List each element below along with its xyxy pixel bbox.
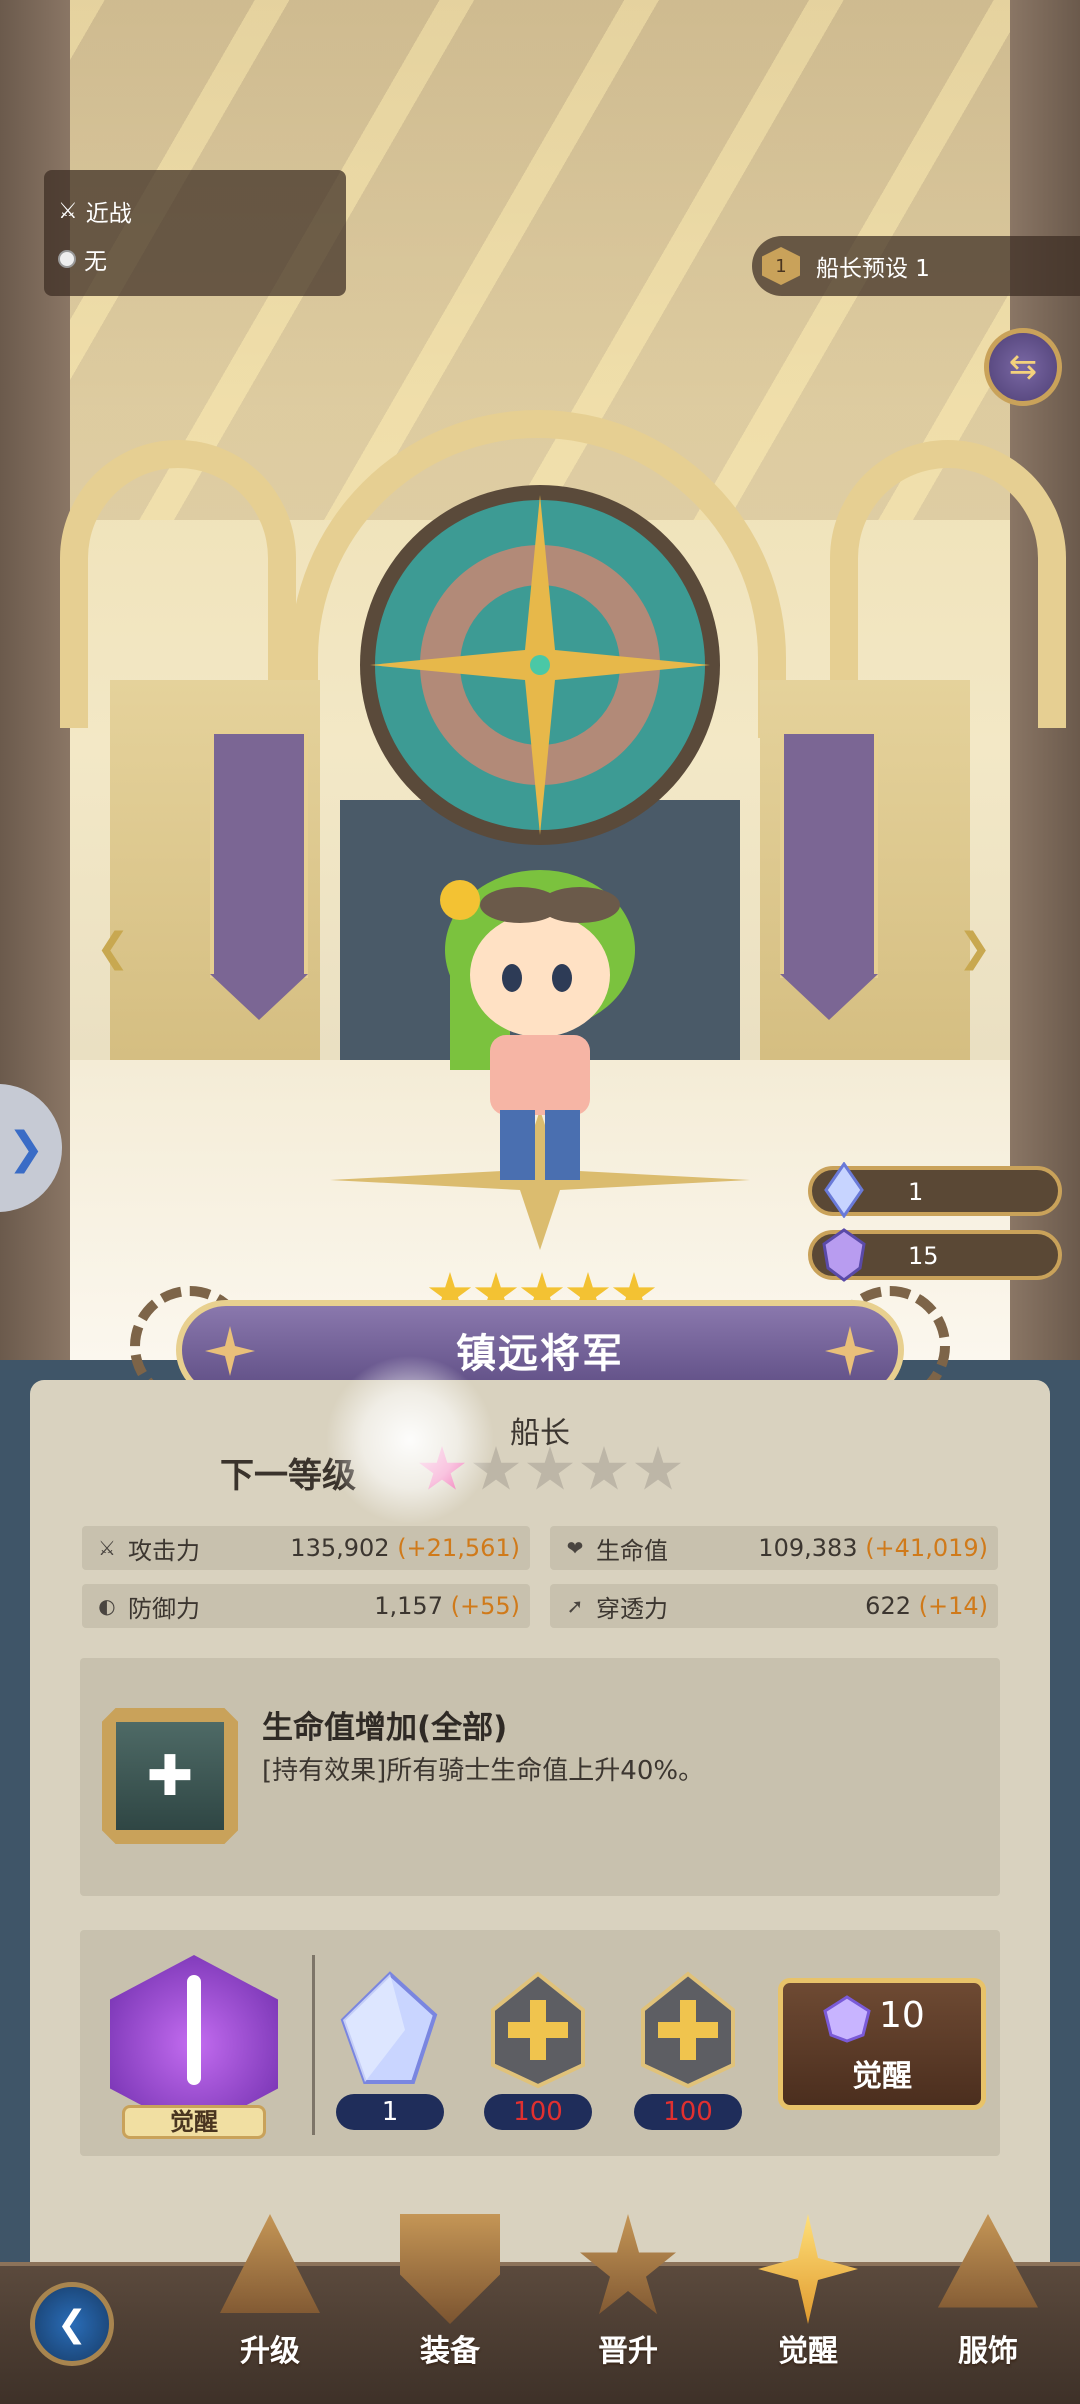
currency-gem: 15 — [808, 1228, 1062, 1282]
star-badge-icon — [580, 2214, 676, 2315]
gem-icon — [822, 1228, 866, 1282]
upgrade-triangle-icon — [220, 2214, 320, 2313]
nav-label: 装备 — [420, 2334, 480, 2369]
star-empty-icon — [526, 1446, 574, 1490]
stat-bonus: (+14) — [918, 1592, 988, 1620]
awaken-button-label: 觉醒 — [852, 2059, 912, 2094]
element-label: 无 — [84, 249, 107, 275]
star-filled-icon — [418, 1446, 466, 1490]
nav-awaken[interactable]: 觉醒 — [733, 2206, 883, 2386]
star-empty-icon — [580, 1446, 628, 1490]
stat-label: 生命值 — [596, 1536, 668, 1565]
stat-bonus: (+21,561) — [397, 1534, 520, 1562]
nav-label: 升级 — [240, 2334, 300, 2369]
nav-equipment[interactable]: 装备 — [375, 2206, 525, 2386]
currency-gem-value: 15 — [908, 1242, 939, 1270]
hero-character-sprite — [440, 870, 635, 1180]
awaken-cost: 10 — [879, 1995, 925, 2036]
nav-label: 晋升 — [598, 2334, 658, 2369]
shield-icon — [400, 2214, 500, 2324]
sword-type-icon: ⚔ — [58, 198, 78, 224]
stat-label: 穿透力 — [596, 1594, 668, 1623]
chevron-right-icon: ❯ — [7, 1122, 45, 1174]
stat-value: 135,902 — [290, 1534, 390, 1562]
nav-label: 觉醒 — [778, 2334, 838, 2369]
scene-right-arrow-icon[interactable]: ❯ — [958, 925, 992, 971]
plus-stone-icon[interactable] — [483, 1970, 593, 2090]
compass-window — [360, 485, 720, 845]
star-empty-icon — [634, 1446, 682, 1490]
next-level-stars — [418, 1446, 682, 1494]
crystal-icon[interactable] — [335, 1970, 445, 2090]
stat-penetration: ➚ 穿透力 622 (+14) — [550, 1584, 998, 1628]
effect-description: [持有效果]所有骑士生命值上升40%。 — [262, 1756, 705, 1786]
stat-bonus: (+55) — [450, 1592, 520, 1620]
sword-icon: ⚔ — [98, 1536, 116, 1560]
swap-hero-button[interactable]: ⇆ — [984, 328, 1062, 406]
preset-selector[interactable]: 1 船长预设 1 — [752, 236, 1080, 296]
material-count: 1 — [336, 2094, 444, 2130]
pierce-icon: ➚ — [566, 1594, 584, 1618]
hero-type-info: ⚔ 近战 无 — [44, 170, 346, 296]
awaken-button[interactable]: 10 觉醒 — [778, 1978, 986, 2110]
stat-bonus: (+41,019) — [865, 1534, 988, 1562]
stat-attack: ⚔ 攻击力 135,902 (+21,561) — [82, 1526, 530, 1570]
left-banner — [210, 730, 308, 1020]
currency-crystal-shard-value: 1 — [908, 1178, 924, 1206]
back-button[interactable]: ❮ — [30, 2282, 114, 2366]
crystal-shard-icon — [824, 1162, 864, 1218]
gem-icon — [823, 1995, 871, 2043]
chevron-left-icon: ❮ — [56, 2303, 88, 2345]
divider — [312, 1955, 315, 2135]
stat-defense: ◐ 防御力 1,157 (+55) — [82, 1584, 530, 1628]
stat-health: ❤ 生命值 109,383 (+41,019) — [550, 1526, 998, 1570]
attack-type-label: 近战 — [85, 201, 132, 227]
effect-title: 生命值增加(全部) — [262, 1710, 508, 1746]
star-empty-icon — [472, 1446, 520, 1490]
element-row: 无 — [58, 242, 107, 276]
stat-value: 109,383 — [758, 1534, 858, 1562]
stat-value: 622 — [865, 1592, 911, 1620]
heart-plus-icon: ✚ — [116, 1722, 224, 1830]
preset-label: 船长预设 1 — [816, 256, 930, 282]
stat-value: 1,157 — [374, 1592, 443, 1620]
nav-upgrade[interactable]: 升级 — [195, 2206, 345, 2386]
next-level-label: 下一等级 — [220, 1456, 356, 1496]
stat-label: 攻击力 — [128, 1536, 200, 1565]
material-count: 100 — [484, 2094, 592, 2130]
plus-stone-icon[interactable] — [633, 1970, 743, 2090]
nav-label: 服饰 — [958, 2334, 1018, 2369]
hanger-icon — [938, 2214, 1038, 2308]
swap-arrows-icon: ⇆ — [1008, 347, 1038, 387]
heart-icon: ❤ — [566, 1536, 584, 1560]
effect-icon-frame: ✚ — [102, 1708, 238, 1844]
sword-blade-icon — [187, 1975, 201, 2085]
stat-label: 防御力 — [128, 1594, 200, 1623]
scene-left-arrow-icon[interactable]: ❮ — [96, 925, 130, 971]
preset-number-badge: 1 — [762, 247, 800, 285]
hero-title: 镇远将军 — [456, 1331, 624, 1377]
awaken-emblem-label: 觉醒 — [122, 2105, 266, 2139]
nav-promote[interactable]: 晋升 — [553, 2206, 703, 2386]
nav-costume[interactable]: 服饰 — [913, 2206, 1063, 2386]
sparkle-star-icon — [758, 2214, 858, 2324]
attack-type-row: ⚔ 近战 — [58, 194, 132, 228]
element-icon — [58, 250, 76, 268]
right-banner — [780, 730, 878, 1020]
currency-crystal-shard: 1 — [808, 1162, 1062, 1218]
material-count: 100 — [634, 2094, 742, 2130]
shield-icon: ◐ — [98, 1594, 116, 1618]
